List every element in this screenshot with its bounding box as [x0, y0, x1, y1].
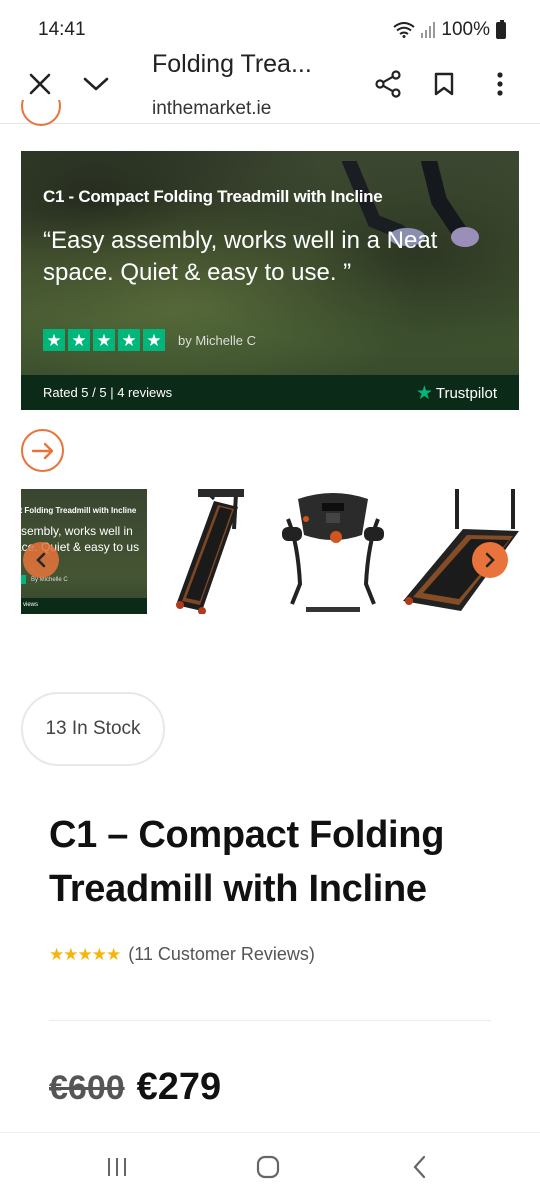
original-price: €600: [49, 1069, 125, 1107]
wifi-icon: [393, 22, 416, 38]
arrow-right-icon: [31, 442, 53, 459]
status-icons: 100%: [393, 19, 506, 41]
carousel-next-button[interactable]: [472, 542, 508, 578]
battery-percent: 100%: [441, 19, 490, 40]
thumbnail-carousel: ct Folding Treadmill with Incline ssembl…: [21, 489, 527, 614]
bookmark-button[interactable]: [424, 64, 464, 104]
chevron-right-icon: [485, 552, 495, 568]
product-title: C1 – Compact Folding Treadmill with Incl…: [49, 814, 445, 910]
arrow-right-button[interactable]: [21, 429, 64, 472]
banner-quote: “Easy assembly, works well in a Neat spa…: [43, 227, 438, 286]
home-icon: [256, 1155, 280, 1179]
recents-icon: [108, 1158, 126, 1176]
customer-reviews-link[interactable]: (11 Customer Reviews): [128, 944, 315, 965]
battery-icon: [496, 19, 506, 39]
thumbnail-treadmill-side[interactable]: [156, 489, 282, 614]
treadmill-side-image: [176, 489, 244, 614]
star-icon: ★: [118, 329, 140, 351]
share-icon: [375, 70, 401, 98]
reviewer-name: by Michelle C: [178, 332, 257, 348]
thumb-quote-line: ssembly, works well in: [21, 524, 133, 538]
thumbnail-treadmill-angle[interactable]: [401, 489, 527, 614]
more-vert-icon: [497, 72, 503, 96]
signal-icon: [421, 22, 436, 38]
review-banner-image[interactable]: C1 - Compact Folding Treadmill with Incl…: [21, 151, 519, 410]
price-row: €600 €279: [49, 1066, 221, 1109]
back-icon: [413, 1155, 426, 1179]
product-rating[interactable]: ★★★★★ (11 Customer Reviews): [49, 944, 315, 965]
bookmark-icon: [434, 72, 454, 96]
carousel-prev-button[interactable]: [23, 542, 59, 578]
sale-price: €279: [136, 1066, 222, 1108]
star-icon: ★: [93, 329, 115, 351]
banner-title: C1 - Compact Folding Treadmill with Incl…: [43, 187, 383, 206]
star-icon: ★: [143, 329, 165, 351]
close-button[interactable]: [20, 64, 60, 104]
rating-summary: Rated 5 / 5 | 4 reviews: [43, 385, 173, 400]
star-icon: ★: [43, 329, 65, 351]
chevron-left-icon: [36, 552, 46, 568]
thumb-footer: views: [21, 598, 147, 614]
close-icon: [29, 73, 51, 95]
scroll-arrow-partial[interactable]: [21, 100, 61, 128]
stock-badge: 13 In Stock: [21, 692, 165, 766]
divider: [49, 1020, 491, 1021]
page-url: inthemarket.ie: [152, 98, 272, 119]
thumb-title: ct Folding Treadmill with Incline: [21, 506, 137, 515]
more-menu-button[interactable]: [480, 64, 520, 104]
chevron-down-icon: [83, 77, 109, 91]
page-title: Folding Trea...: [152, 50, 312, 78]
minimize-button[interactable]: [76, 64, 116, 104]
trustpilot-star-icon: ★: [415, 383, 433, 404]
recents-button[interactable]: [99, 1151, 135, 1183]
back-button[interactable]: [402, 1151, 438, 1183]
treadmill-console-image: [282, 493, 384, 612]
rating-stars-icon: ★★★★★: [49, 944, 121, 964]
trustpilot-logo: ★ Trustpilot: [416, 382, 497, 405]
custom-tab-header: Folding Trea... inthemarket.ie: [0, 44, 540, 124]
trustpilot-label: Trustpilot: [435, 385, 497, 402]
status-time: 14:41: [38, 19, 86, 40]
star-icon: [21, 575, 26, 584]
home-button[interactable]: [250, 1151, 286, 1183]
thumbnail-treadmill-console[interactable]: [270, 489, 396, 614]
star-icon: ★: [68, 329, 90, 351]
banner-footer: Rated 5 / 5 | 4 reviews ★ Trustpilot: [21, 375, 519, 410]
system-navigation-bar: [0, 1132, 540, 1200]
share-button[interactable]: [368, 64, 408, 104]
trustpilot-stars: ★ ★ ★ ★ ★ by Michelle C: [43, 329, 256, 351]
